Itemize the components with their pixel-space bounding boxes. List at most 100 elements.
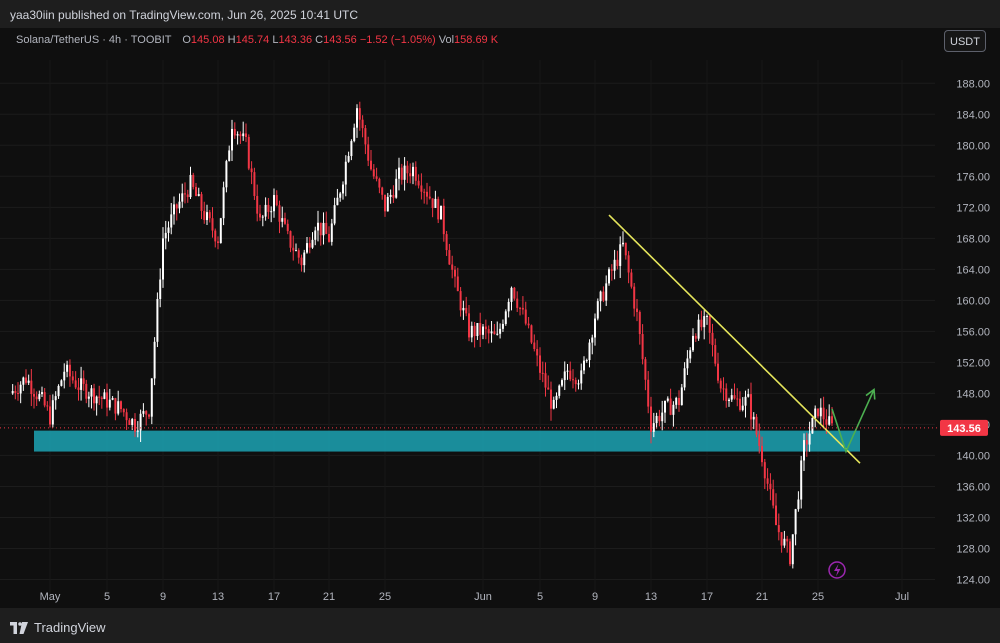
candle-body (501, 323, 504, 329)
x-tick-label: May (40, 591, 61, 603)
candle-body (300, 257, 303, 266)
candle-body (11, 390, 14, 394)
candle-body (493, 331, 496, 335)
candle-body (336, 197, 339, 206)
candle-body (400, 167, 403, 180)
candle-body (666, 398, 669, 401)
x-tick-label: 13 (212, 591, 224, 603)
candle-body (49, 406, 51, 425)
candle-body (805, 440, 808, 445)
candle-body (777, 525, 780, 533)
candle-body (692, 335, 694, 351)
candle-body (622, 242, 624, 245)
candle-body (267, 204, 270, 212)
candle-body (783, 538, 786, 546)
candle-body (306, 243, 308, 253)
candle-body (730, 395, 733, 400)
candle-body (476, 323, 479, 337)
candle-body (426, 191, 428, 197)
candle-body (588, 342, 591, 361)
candle-body (619, 244, 622, 266)
candle-body (30, 380, 33, 395)
currency-button[interactable]: USDT (944, 30, 986, 52)
candle-body (66, 364, 69, 372)
candle-body (763, 462, 766, 479)
candle-body (448, 250, 451, 265)
candle-body (71, 376, 74, 381)
candle-body (120, 401, 122, 410)
candle-body (125, 412, 128, 421)
candle-body (825, 419, 828, 425)
candle-body (766, 478, 769, 484)
candle-body (103, 392, 106, 399)
candle-body (550, 389, 552, 409)
candle-body (655, 415, 658, 424)
candle-body (533, 342, 536, 349)
candle-body (159, 279, 162, 300)
candle-body (261, 216, 264, 218)
close-label: C (315, 34, 324, 46)
candle-body (552, 399, 555, 409)
candle-body (661, 412, 664, 422)
candle-body (156, 299, 159, 342)
candle-body (353, 127, 356, 142)
candle-body (33, 394, 35, 397)
candle-body (167, 227, 170, 233)
candle-body (100, 397, 103, 399)
candle-body (74, 380, 77, 388)
candle-body (780, 532, 783, 546)
candle-body (697, 319, 700, 339)
candle-body (428, 196, 431, 199)
candle-body (367, 144, 370, 161)
candle-body (786, 538, 789, 542)
candle-body (572, 379, 574, 381)
y-tick-label: 188.00 (956, 78, 990, 90)
candle-body (136, 430, 139, 432)
candle-body (344, 161, 347, 185)
x-tick-label: 5 (537, 591, 543, 603)
candle-body (744, 396, 747, 406)
candle-body (228, 150, 231, 162)
candle-body (162, 238, 164, 280)
y-tick-label: 136.00 (956, 481, 990, 493)
candle-body (398, 167, 400, 179)
x-tick-label: 5 (104, 591, 110, 603)
candle-body (22, 377, 25, 385)
candle-body (739, 398, 741, 410)
candle-body (539, 355, 541, 373)
candle-body (231, 128, 233, 151)
y-tick-label: 160.00 (956, 295, 990, 307)
price-chart[interactable]: 188.00 184.00 180.00 176.00 172.00 168.00 164.… (0, 0, 1000, 643)
candle-body (610, 269, 613, 271)
candle-body (122, 409, 125, 413)
candle-body (750, 394, 752, 420)
lightning-bolt (834, 564, 841, 577)
candle-body (417, 180, 420, 186)
candle-body (395, 178, 398, 198)
candle-body (57, 385, 60, 397)
candle-body (54, 396, 57, 401)
candle-body (145, 411, 148, 415)
candle-body (148, 414, 150, 417)
y-tick-label: 172.00 (956, 202, 990, 214)
candle-body (412, 166, 414, 177)
candle-body (440, 205, 442, 220)
open-value: 145.08 (190, 34, 225, 46)
candle-body (728, 399, 730, 402)
candle-body (831, 416, 833, 424)
candle-body (736, 398, 739, 400)
candle-body (630, 272, 633, 287)
change-value: −1.52 (−1.05%) (359, 34, 436, 46)
x-tick-label: 9 (592, 591, 598, 603)
candle-body (613, 259, 616, 271)
candle-body (164, 232, 167, 239)
candle-body (358, 108, 361, 120)
candle-body (758, 434, 761, 446)
candle-body (686, 358, 689, 369)
candle-body (828, 416, 831, 425)
high-label: H (227, 34, 236, 46)
candle-body (420, 185, 423, 192)
candle-body (747, 394, 750, 397)
candle-body (541, 372, 544, 374)
candle-body (647, 379, 650, 407)
